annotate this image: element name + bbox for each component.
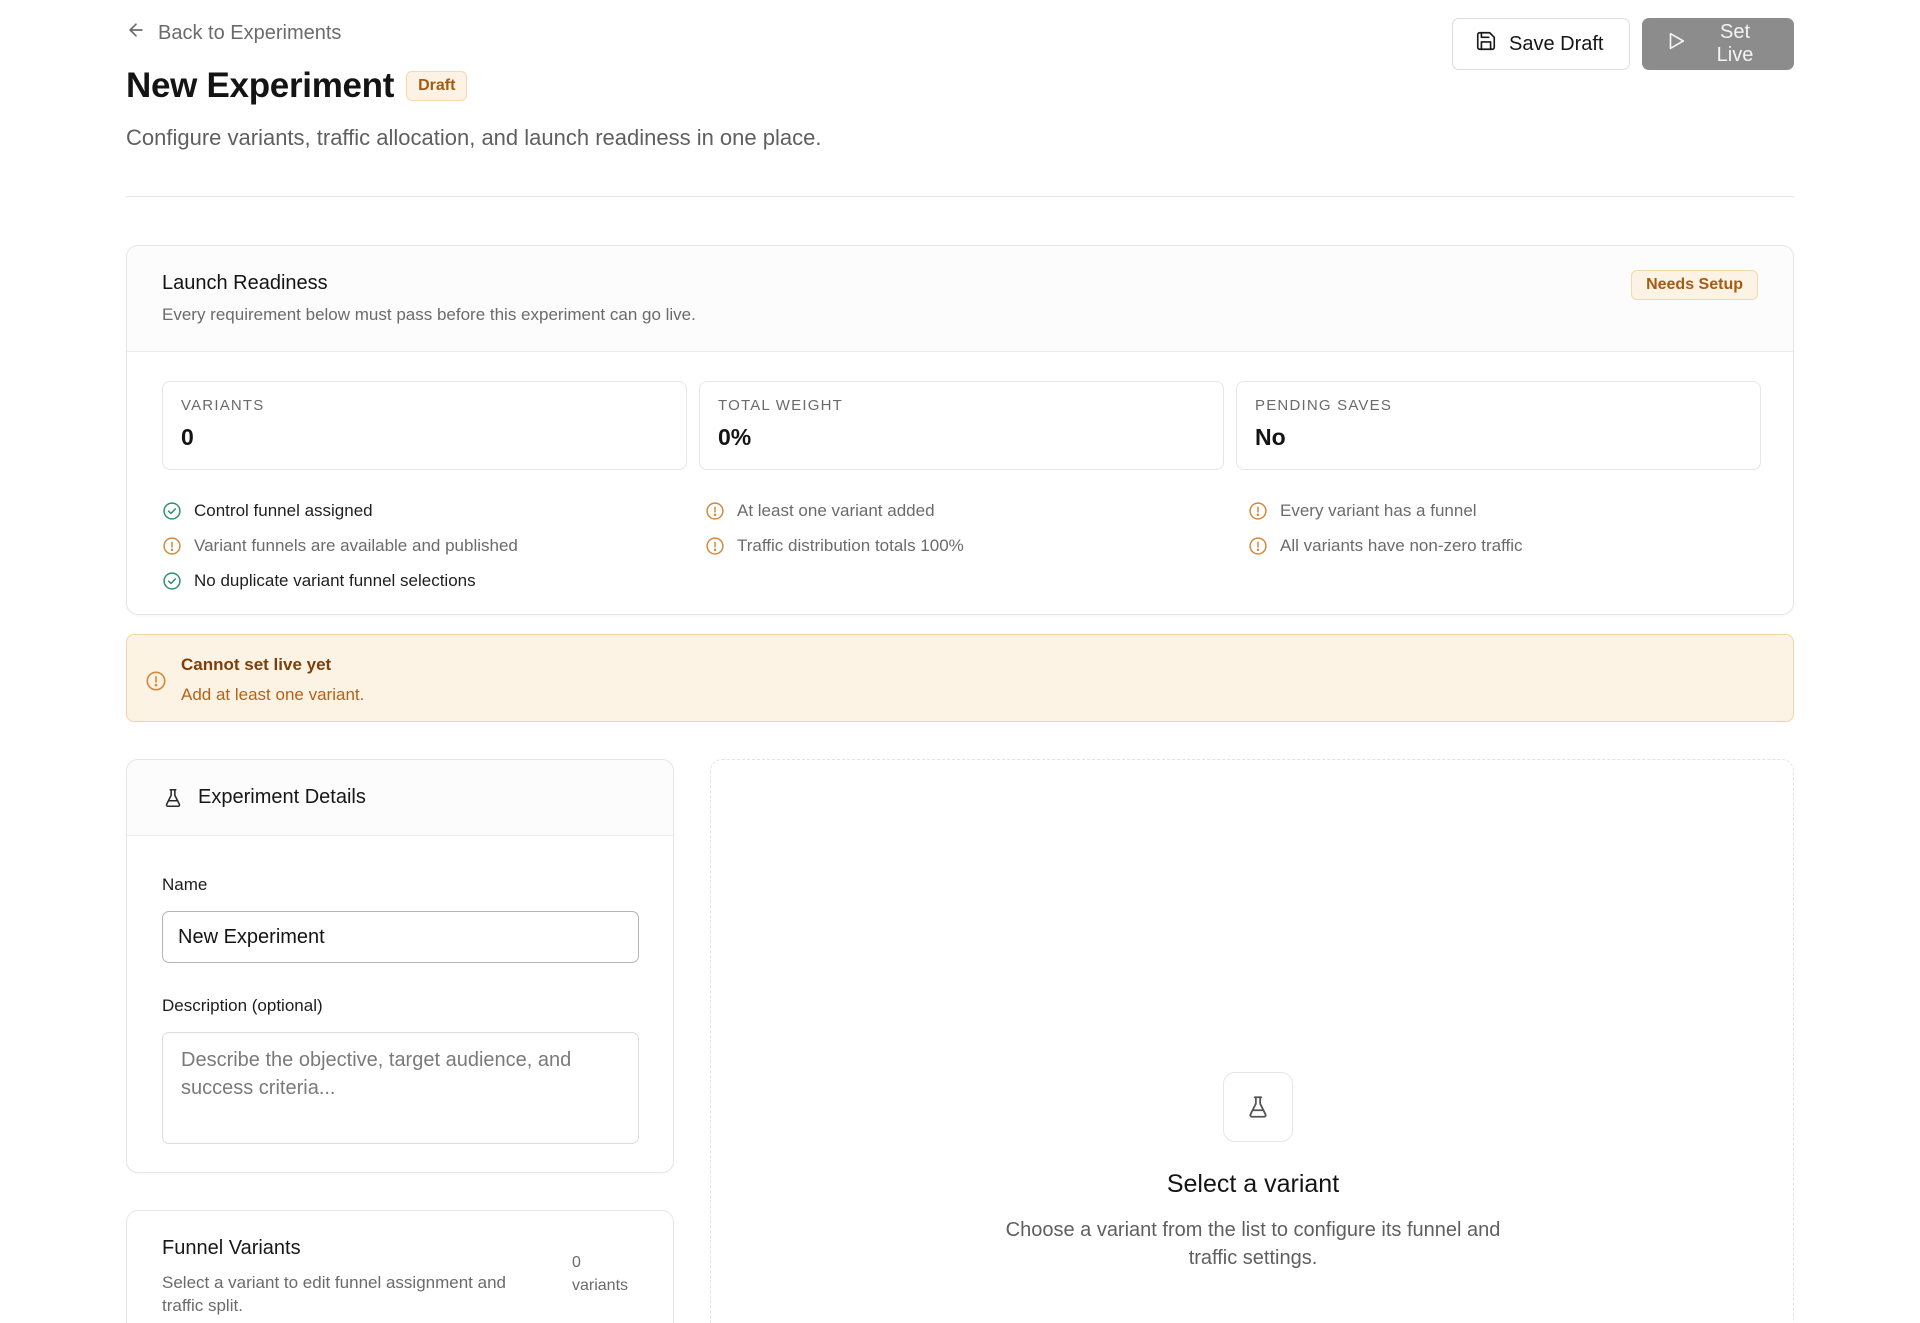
checklist-item: No duplicate variant funnel selections bbox=[162, 563, 682, 598]
stat-value: 0% bbox=[718, 424, 752, 450]
floppy-disk-icon bbox=[1475, 30, 1497, 58]
checklist-item: Every variant has a funnel bbox=[1248, 493, 1768, 528]
empty-state-description: Choose a variant from the list to config… bbox=[1005, 1219, 1501, 1269]
stat-value: No bbox=[1255, 424, 1286, 450]
page-title: New Experiment bbox=[126, 66, 395, 105]
stat-label: Variants bbox=[181, 397, 265, 414]
checklist-item-label: Control funnel assigned bbox=[194, 500, 373, 520]
variants-count-unit: variants bbox=[572, 1277, 629, 1294]
stat-total-weight: Total Weight 0% bbox=[699, 381, 1224, 470]
stat-label: Pending Saves bbox=[1255, 397, 1393, 414]
title-row: New Experiment Draft bbox=[126, 66, 468, 106]
alert-circle-icon bbox=[705, 536, 725, 556]
checklist-column: Control funnel assigned Variant funnels a… bbox=[162, 493, 682, 598]
readiness-status-badge: Needs Setup bbox=[1631, 270, 1758, 300]
variants-count-value: 0 bbox=[572, 1254, 581, 1271]
stat-pending-saves: Pending Saves No bbox=[1236, 381, 1761, 470]
variants-description: Select a variant to edit funnel assignme… bbox=[162, 1273, 506, 1315]
alert-circle-icon bbox=[145, 651, 167, 705]
experiment-name-input[interactable] bbox=[162, 911, 639, 963]
checklist-item-label: Every variant has a funnel bbox=[1280, 500, 1477, 520]
header-divider bbox=[126, 196, 1794, 197]
play-icon bbox=[1665, 30, 1687, 58]
page-subtitle: Configure variants, traffic allocation, … bbox=[126, 125, 822, 150]
variant-editor-empty-state: Select a variant Choose a variant from t… bbox=[710, 759, 1794, 1323]
checklist-item-label: No duplicate variant funnel selections bbox=[194, 570, 476, 590]
readiness-title: Launch Readiness bbox=[162, 272, 328, 294]
alert-title: Cannot set live yet bbox=[181, 655, 332, 674]
set-live-label: Set Live bbox=[1716, 21, 1754, 66]
alert-circle-icon bbox=[705, 501, 725, 521]
launch-readiness-card: Launch Readiness Every requirement below… bbox=[126, 245, 1794, 615]
readiness-stats: Variants 0 Total Weight 0% Pending Saves… bbox=[162, 381, 1761, 470]
save-draft-button[interactable]: Save Draft bbox=[1452, 18, 1630, 70]
checklist-item: All variants have non-zero traffic bbox=[1248, 528, 1768, 563]
experiment-details-card: Experiment Details Name Description (opt… bbox=[126, 759, 674, 1173]
variants-count: 0 variants bbox=[572, 1251, 628, 1297]
check-circle-icon bbox=[162, 571, 182, 591]
flask-icon bbox=[162, 787, 184, 809]
details-header: Experiment Details bbox=[127, 760, 673, 836]
checklist-item: Control funnel assigned bbox=[162, 493, 682, 528]
experiment-description-input[interactable] bbox=[162, 1032, 639, 1144]
arrow-left-icon bbox=[126, 20, 146, 46]
checklist-item-label: Traffic distribution totals 100% bbox=[737, 535, 964, 555]
checklist-column: Every variant has a funnel All variants h… bbox=[1248, 493, 1768, 563]
flask-icon bbox=[1223, 1072, 1293, 1142]
checklist-item: Traffic distribution totals 100% bbox=[705, 528, 1225, 563]
header-actions: Save Draft Set Live bbox=[1452, 18, 1794, 70]
back-link[interactable]: Back to Experiments bbox=[126, 20, 341, 46]
stat-variants: Variants 0 bbox=[162, 381, 687, 470]
checklist-column: At least one variant added Traffic distri… bbox=[705, 493, 1225, 563]
name-field-label: Name bbox=[162, 875, 208, 894]
checklist-item-label: Variant funnels are available and publis… bbox=[194, 535, 518, 555]
readiness-description: Every requirement below must pass before… bbox=[162, 305, 696, 324]
alert-message: Add at least one variant. bbox=[181, 685, 365, 704]
alert-circle-icon bbox=[1248, 536, 1268, 556]
checklist-item-label: All variants have non-zero traffic bbox=[1280, 535, 1523, 555]
alert-circle-icon bbox=[1248, 501, 1268, 521]
back-link-label: Back to Experiments bbox=[158, 21, 342, 44]
checklist-item: At least one variant added bbox=[705, 493, 1225, 528]
stat-value: 0 bbox=[181, 424, 194, 450]
description-field-label: Description (optional) bbox=[162, 996, 323, 1015]
cannot-go-live-alert: Cannot set live yet Add at least one var… bbox=[126, 634, 1794, 722]
check-circle-icon bbox=[162, 501, 182, 521]
details-title: Experiment Details bbox=[198, 786, 366, 808]
empty-state-title: Select a variant bbox=[1166, 1170, 1340, 1198]
variants-title: Funnel Variants bbox=[162, 1237, 301, 1259]
funnel-variants-card: Funnel Variants Select a variant to edit… bbox=[126, 1210, 674, 1323]
alert-circle-icon bbox=[162, 536, 182, 556]
save-draft-label: Save Draft bbox=[1509, 32, 1604, 55]
set-live-button[interactable]: Set Live bbox=[1642, 18, 1794, 70]
checklist-item: Variant funnels are available and publis… bbox=[162, 528, 682, 563]
stat-label: Total Weight bbox=[718, 397, 843, 414]
checklist-item-label: At least one variant added bbox=[737, 500, 935, 520]
alert-content: Cannot set live yet Add at least one var… bbox=[181, 651, 364, 705]
status-badge: Draft bbox=[406, 71, 468, 101]
readiness-header: Launch Readiness Every requirement below… bbox=[127, 246, 1793, 352]
